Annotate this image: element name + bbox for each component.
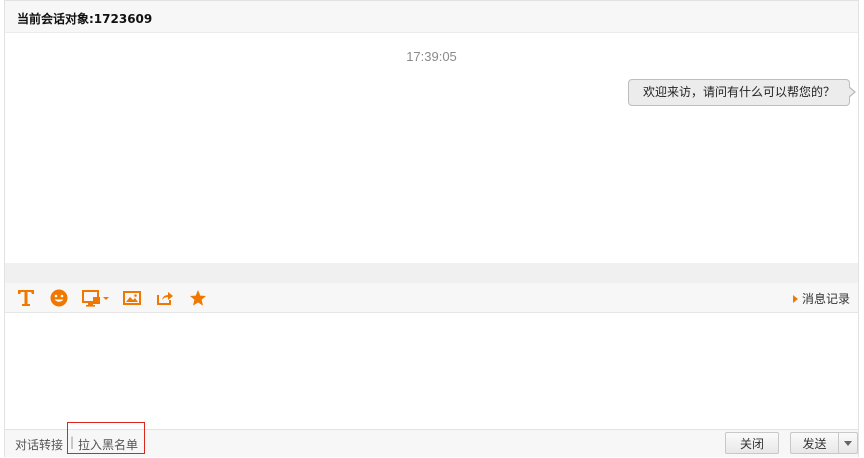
link-separator: | xyxy=(70,435,75,449)
send-button-group: 发送 xyxy=(790,432,858,454)
bubble-tail xyxy=(848,86,856,98)
star-icon[interactable] xyxy=(187,287,209,309)
transfer-chat-link[interactable]: 对话转接 xyxy=(15,436,63,453)
message-timestamp: 17:39:05 xyxy=(406,49,457,64)
chat-footer: 对话转接 | 拉入黑名单 关闭 发送 xyxy=(5,422,858,457)
message-input[interactable] xyxy=(5,313,858,429)
send-button[interactable]: 发送 xyxy=(790,432,838,454)
emoji-icon[interactable] xyxy=(48,287,70,309)
message-history-label: 消息记录 xyxy=(801,292,850,306)
share-icon[interactable] xyxy=(154,287,176,309)
screenshot-icon[interactable] xyxy=(81,287,111,309)
close-button-label: 关闭 xyxy=(739,436,764,451)
chevron-down-icon xyxy=(844,440,852,446)
image-icon[interactable] xyxy=(121,287,143,309)
divider xyxy=(5,263,858,283)
chat-window: 当前会话对象:1723609 17:39:05 欢迎来访，请问有什么可以帮您的？… xyxy=(4,0,859,457)
send-button-label: 发送 xyxy=(802,436,827,451)
message-list: 17:39:05 欢迎来访，请问有什么可以帮您的？ xyxy=(5,33,858,263)
send-options-dropdown[interactable] xyxy=(838,432,858,454)
close-button[interactable]: 关闭 xyxy=(725,432,779,454)
message-bubble: 欢迎来访，请问有什么可以帮您的？ xyxy=(627,79,856,106)
input-toolbar: 消息记录 xyxy=(5,283,858,313)
chat-header: 当前会话对象:1723609 xyxy=(5,1,858,33)
font-icon[interactable] xyxy=(15,287,37,309)
message-history-link[interactable]: 消息记录 xyxy=(792,290,850,307)
blacklist-link[interactable]: 拉入黑名单 xyxy=(78,436,138,453)
session-title: 当前会话对象:1723609 xyxy=(17,12,153,26)
caret-right-icon xyxy=(792,294,798,303)
message-text: 欢迎来访，请问有什么可以帮您的？ xyxy=(642,85,835,99)
